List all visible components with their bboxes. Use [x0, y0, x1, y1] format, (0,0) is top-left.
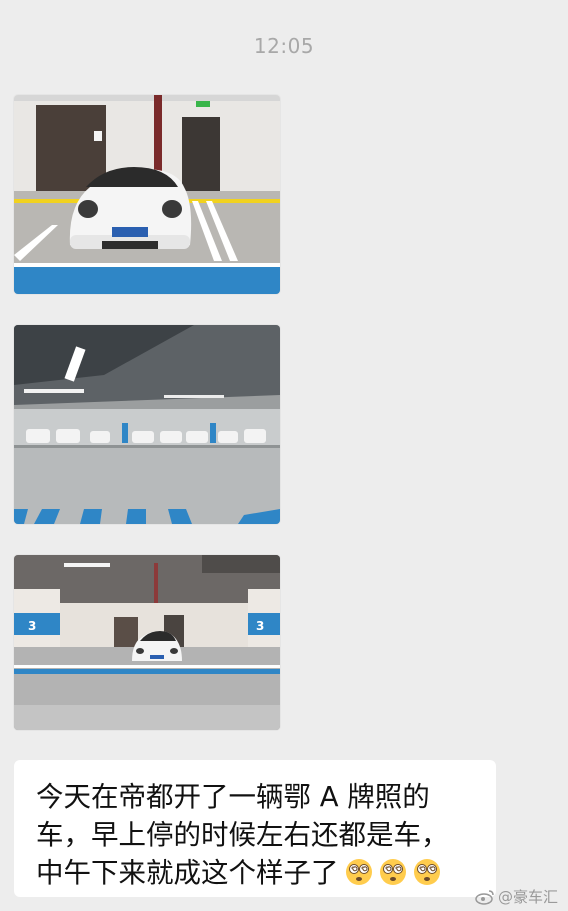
- pillar-label-right: 3: [256, 619, 265, 633]
- message-line-3: 中午下来就成这个样子了: [36, 857, 339, 889]
- photo-message-1[interactable]: [14, 95, 280, 294]
- message-line-3-row: 中午下来就成这个样子了: [36, 854, 480, 892]
- weibo-icon: [475, 889, 495, 905]
- message-timestamp: 12:05: [253, 34, 315, 58]
- dizzy-face-emoji-icon: [379, 858, 407, 886]
- photo-message-3[interactable]: 3 3: [14, 555, 280, 730]
- dizzy-face-emoji-icon: [345, 858, 373, 886]
- weibo-watermark: @豪车汇: [475, 886, 558, 907]
- dizzy-face-emoji-icon: [413, 858, 441, 886]
- message-line-2: 车，早上停的时候左右还都是车，: [36, 819, 449, 851]
- text-message-bubble[interactable]: 今天在帝都开了一辆鄂 A 牌照的 车，早上停的时候左右还都是车， 中午下来就成这…: [14, 760, 496, 897]
- watermark-text: @豪车汇: [497, 888, 558, 906]
- photo-message-2[interactable]: [14, 325, 280, 524]
- message-line-1: 今天在帝都开了一辆鄂 A 牌照的: [36, 781, 430, 813]
- pillar-label-left: 3: [28, 619, 37, 633]
